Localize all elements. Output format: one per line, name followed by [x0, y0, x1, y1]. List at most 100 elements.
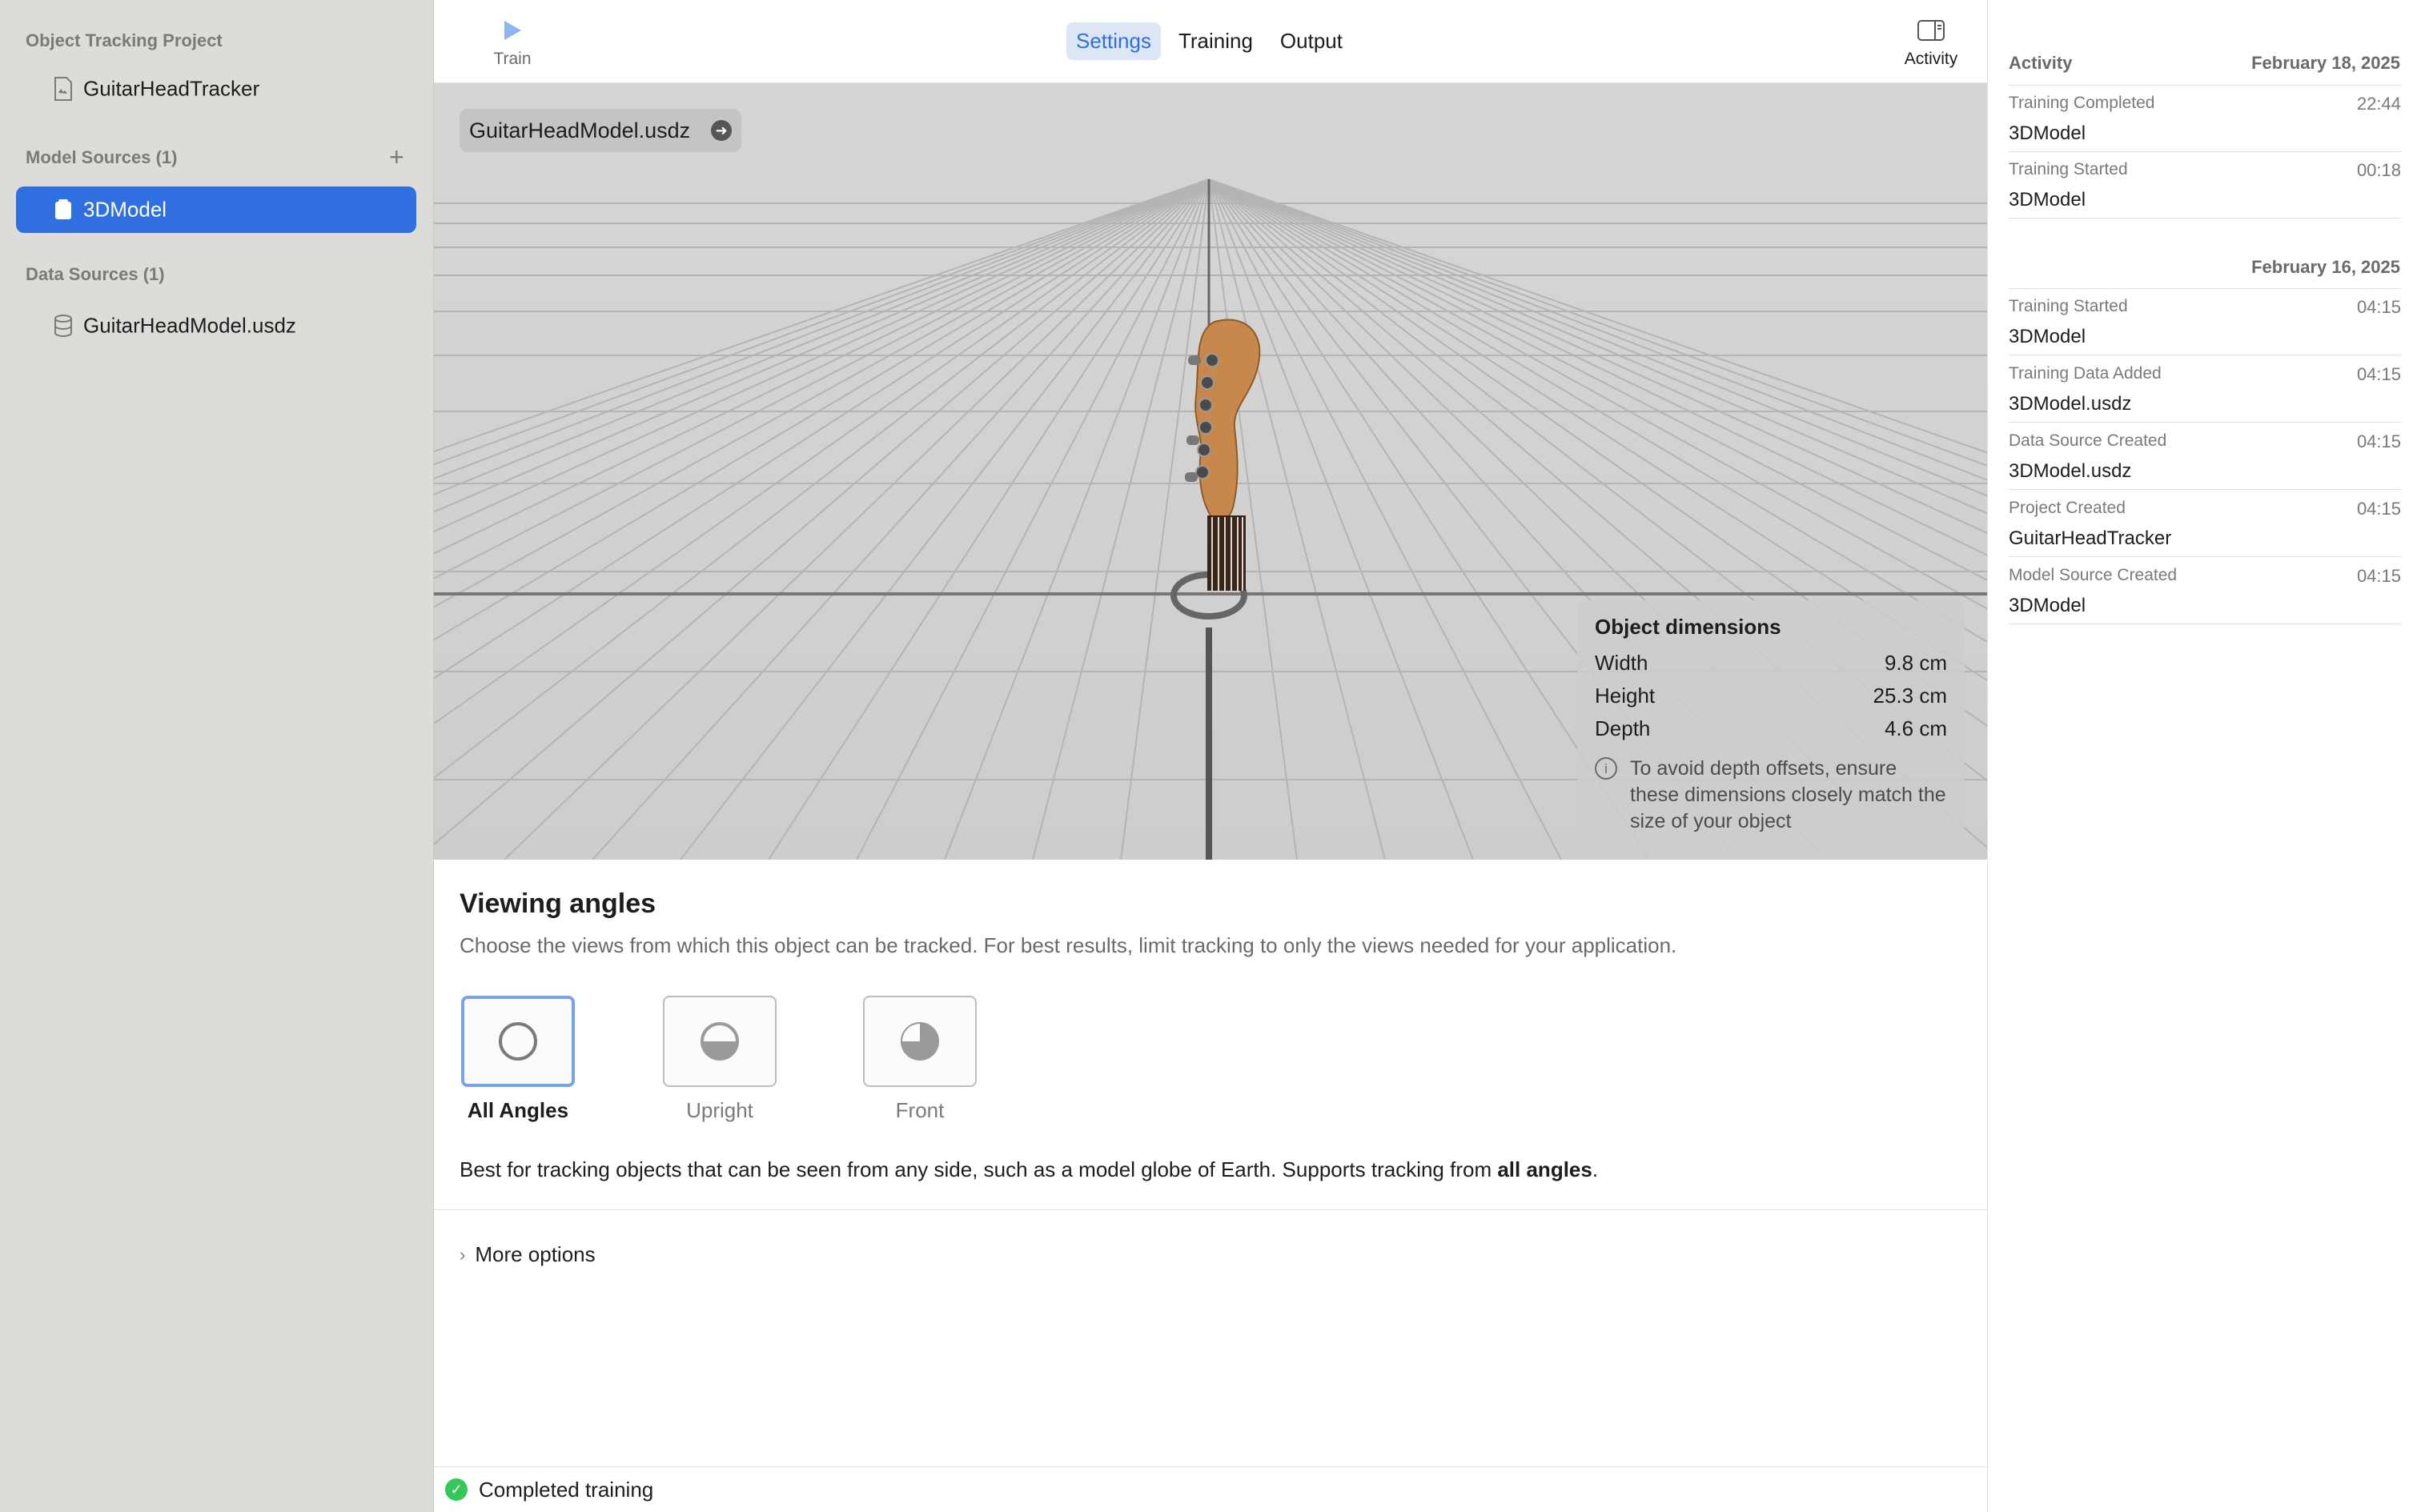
activity-event: Training Started: [2009, 160, 2128, 178]
dimension-label: Height: [1595, 684, 1656, 708]
angle-option-label: All Angles: [467, 1098, 569, 1122]
model-file-name: GuitarHeadModel.usdz: [469, 118, 691, 142]
document-icon: [53, 77, 74, 101]
angle-option-upright[interactable]: Upright: [663, 996, 777, 1123]
status-text: Completed training: [479, 1477, 654, 1502]
activity-object: 3DModel: [2009, 189, 2086, 211]
activity-event: Training Completed: [2009, 94, 2155, 112]
info-icon: i: [1595, 757, 1617, 780]
activity-header: Activity February 18, 2025: [2009, 53, 2400, 74]
sidebar-item-data-source[interactable]: GuitarHeadModel.usdz: [16, 303, 416, 349]
dimension-row-depth: Depth 4.6 cm: [1595, 716, 1947, 741]
half-circle-icon: [701, 1022, 739, 1061]
model-sources-heading: Model Sources (1): [26, 147, 178, 167]
angle-explanation: Best for tracking objects that can be se…: [460, 1157, 1598, 1182]
activity-object: GuitarHeadTracker: [2009, 527, 2172, 549]
angle-option-label: Upright: [686, 1098, 753, 1122]
chevron-right-icon[interactable]: ›: [460, 1245, 465, 1265]
activity-time: 04:15: [2356, 431, 2401, 451]
activity-date: February 18, 2025: [2251, 53, 2400, 73]
guitar-head-model: [1185, 319, 1261, 591]
dimension-value[interactable]: 25.3 cm: [1873, 684, 1948, 708]
sidebar-item-label: GuitarHeadTracker: [83, 76, 260, 101]
three-quarter-circle-icon: [901, 1022, 939, 1061]
more-options-label: More options: [475, 1242, 596, 1266]
train-label: Train: [493, 50, 532, 68]
activity-entry[interactable]: Model Source Created 04:15 3DModel: [2009, 558, 2401, 624]
status-bar: ✓ Completed training: [434, 1466, 1987, 1512]
tab-bar: Settings Training Output: [1066, 22, 1352, 60]
data-sources-heading: Data Sources (1): [26, 264, 165, 284]
activity-event: Model Source Created: [2009, 566, 2178, 584]
tab-training[interactable]: Training: [1169, 22, 1263, 60]
activity-entry[interactable]: Data Source Created 04:15 3DModel.usdz: [2009, 423, 2401, 490]
dimension-label: Depth: [1595, 716, 1651, 740]
dimension-value[interactable]: 9.8 cm: [1885, 651, 1947, 676]
activity-time: 00:18: [2356, 160, 2401, 180]
all-angles-tile[interactable]: [461, 996, 575, 1087]
checkmark-icon: ✓: [445, 1478, 468, 1501]
dimensions-note-text: To avoid depth offsets, ensure these dim…: [1630, 757, 1946, 832]
activity-object: 3DModel: [2009, 326, 2086, 347]
train-button[interactable]: Train: [488, 14, 536, 69]
upright-tile[interactable]: [663, 996, 777, 1087]
tab-settings[interactable]: Settings: [1066, 22, 1161, 60]
sidebar-right-icon: [1917, 20, 1945, 41]
activity-event: Training Started: [2009, 297, 2128, 315]
play-icon: [504, 21, 521, 40]
sidebar-item-label: 3DModel: [83, 197, 167, 222]
divider: [434, 1209, 1987, 1210]
angle-explanation-text: Best for tracking objects that can be se…: [460, 1157, 1498, 1181]
more-options-disclosure[interactable]: › More options: [460, 1242, 596, 1267]
activity-entry[interactable]: Training Completed 22:44 3DModel: [2009, 86, 2401, 152]
viewing-angles-title: Viewing angles: [460, 888, 656, 919]
activity-entry[interactable]: Training Started 04:15 3DModel: [2009, 289, 2401, 355]
front-tile[interactable]: [863, 996, 977, 1087]
add-model-source-button[interactable]: +: [389, 144, 404, 170]
sidebar-item-3dmodel[interactable]: 3DModel: [16, 186, 416, 233]
viewing-angles-description: Choose the views from which this object …: [460, 933, 1677, 957]
toolbar: Train Settings Training Output Activity: [434, 0, 1987, 83]
sidebar-item-label: GuitarHeadModel.usdz: [83, 313, 296, 338]
activity-time: 04:15: [2356, 566, 2401, 586]
activity-time: 22:44: [2356, 94, 2401, 114]
object-dimensions-panel: Object dimensions Width 9.8 cm Height 25…: [1577, 600, 1965, 860]
activity-object: 3DModel: [2009, 122, 2086, 144]
activity-toggle-button[interactable]: Activity: [1891, 14, 1971, 69]
angle-option-label: Front: [895, 1098, 945, 1122]
activity-event: Project Created: [2009, 499, 2126, 517]
activity-event: Training Data Added: [2009, 364, 2162, 383]
angle-option-all-angles[interactable]: All Angles: [461, 996, 575, 1123]
dimension-row-height: Height 25.3 cm: [1595, 684, 1947, 708]
model-icon: [53, 198, 74, 222]
activity-object: 3DModel.usdz: [2009, 393, 2132, 415]
dimension-value[interactable]: 4.6 cm: [1885, 716, 1947, 741]
arrow-right-circle-icon[interactable]: ➜: [711, 120, 733, 141]
project-heading: Object Tracking Project: [26, 30, 223, 50]
activity-entry[interactable]: Training Data Added 04:15 3DModel.usdz: [2009, 356, 2401, 423]
activity-entry[interactable]: Project Created 04:15 GuitarHeadTracker: [2009, 491, 2401, 557]
circle-icon: [499, 1022, 537, 1061]
model-file-chip[interactable]: GuitarHeadModel.usdz ➜: [460, 109, 742, 152]
sidebar: Object Tracking Project GuitarHeadTracke…: [0, 0, 434, 1512]
angle-explanation-emphasis: all angles: [1497, 1157, 1592, 1181]
tab-output[interactable]: Output: [1271, 22, 1352, 60]
activity-title: Activity: [2009, 53, 2073, 73]
activity-panel: Activity February 18, 2025 Training Comp…: [1987, 0, 2421, 1512]
activity-time: 04:15: [2356, 297, 2401, 317]
database-icon: [53, 314, 74, 338]
3d-viewport[interactable]: GuitarHeadModel.usdz ➜ Object dimensions…: [434, 83, 1987, 860]
dimension-row-width: Width 9.8 cm: [1595, 651, 1947, 676]
dimensions-note: i To avoid depth offsets, ensure these d…: [1595, 756, 1947, 835]
activity-object: 3DModel.usdz: [2009, 460, 2132, 482]
dimension-label: Width: [1595, 651, 1648, 675]
angle-option-front[interactable]: Front: [863, 996, 977, 1123]
activity-event: Data Source Created: [2009, 431, 2167, 450]
sidebar-item-project[interactable]: GuitarHeadTracker: [16, 66, 416, 112]
activity-entry[interactable]: Training Started 00:18 3DModel: [2009, 152, 2401, 219]
dimensions-title: Object dimensions: [1595, 615, 1781, 639]
activity-time: 04:15: [2356, 499, 2401, 519]
activity-date: February 16, 2025: [2251, 257, 2400, 277]
activity-label: Activity: [1904, 50, 1958, 68]
activity-object: 3DModel: [2009, 595, 2086, 616]
